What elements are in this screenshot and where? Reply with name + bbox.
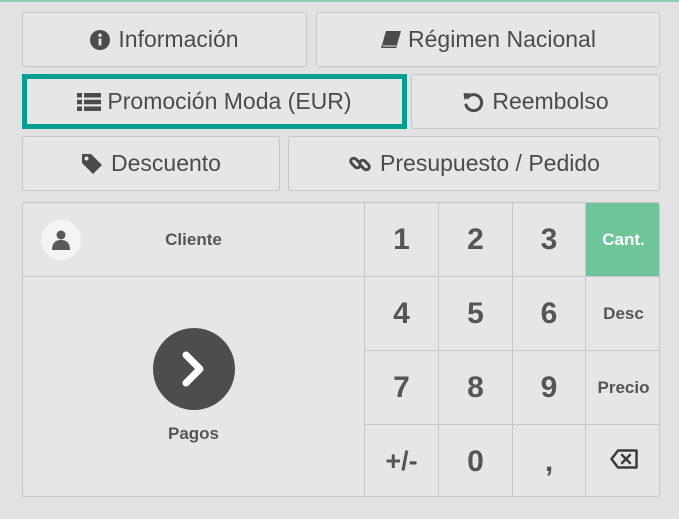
numpad-key-2[interactable]: 2 xyxy=(439,203,512,276)
tag-icon xyxy=(81,153,103,175)
fiscal-position-button[interactable]: Régimen Nacional xyxy=(316,12,660,67)
top-accent-line xyxy=(0,0,679,2)
backspace-icon xyxy=(609,449,638,474)
numpad-sign-button[interactable]: +/- xyxy=(365,425,438,496)
payment-button[interactable]: Pagos xyxy=(23,277,364,496)
undo-icon xyxy=(462,91,484,113)
list-icon xyxy=(77,92,102,111)
numpad-key-8[interactable]: 8 xyxy=(439,351,512,424)
numpad-key-7[interactable]: 7 xyxy=(365,351,438,424)
numpad-key-0[interactable]: 0 xyxy=(439,425,512,496)
payment-label: Pagos xyxy=(167,424,220,443)
numpad-key-5[interactable]: 5 xyxy=(439,277,512,350)
numpad-key-1[interactable]: 1 xyxy=(365,203,438,276)
discount-mode-button[interactable]: Desc xyxy=(586,277,659,350)
numpad-key-4[interactable]: 4 xyxy=(365,277,438,350)
info-label: Información xyxy=(118,26,239,52)
customer-label: Cliente xyxy=(165,229,222,249)
user-icon xyxy=(41,220,81,260)
quantity-mode-button[interactable]: Cant. xyxy=(586,203,659,276)
info-icon xyxy=(90,29,111,50)
discount-button[interactable]: Descuento xyxy=(22,136,280,191)
discount-label: Descuento xyxy=(111,150,221,176)
numpad-decimal-button[interactable]: , xyxy=(513,425,585,496)
numpad-key-9[interactable]: 9 xyxy=(513,351,585,424)
numpad-key-3[interactable]: 3 xyxy=(513,203,585,276)
book-icon xyxy=(380,30,402,50)
link-icon xyxy=(348,152,372,176)
price-mode-button[interactable]: Precio xyxy=(586,351,659,424)
backspace-button[interactable] xyxy=(586,425,659,496)
fiscal-position-label: Régimen Nacional xyxy=(408,26,596,52)
info-button[interactable]: Información xyxy=(22,12,307,67)
pricelist-button[interactable]: Promoción Moda (EUR) xyxy=(22,74,407,129)
customer-button[interactable]: Cliente xyxy=(23,203,364,276)
refund-label: Reembolso xyxy=(492,88,609,114)
quotation-label: Presupuesto / Pedido xyxy=(380,150,600,176)
chevron-right-icon xyxy=(152,328,235,410)
refund-button[interactable]: Reembolso xyxy=(411,74,660,129)
pricelist-label: Promoción Moda (EUR) xyxy=(107,88,352,114)
numpad-panel: Cliente Pagos 1 2 3 Cant. 4 5 6 Desc 7 8… xyxy=(22,202,660,497)
quotation-button[interactable]: Presupuesto / Pedido xyxy=(288,136,660,191)
numpad-key-6[interactable]: 6 xyxy=(513,277,585,350)
